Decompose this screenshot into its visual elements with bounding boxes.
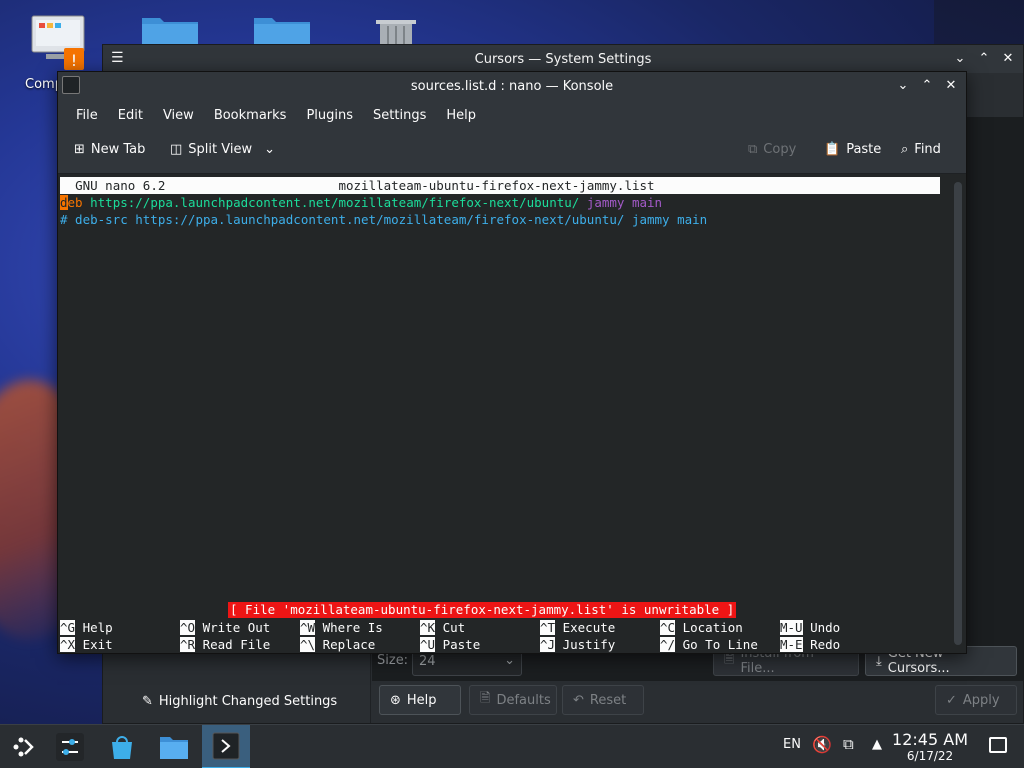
steamdeck-launcher-icon [13,737,34,757]
split-view-icon: ◫ [170,142,183,157]
help-icon: ⊛ [390,692,401,708]
apply-button[interactable]: ✓ Apply [935,685,1017,715]
new-tab-icon: ⊞ [74,142,85,157]
paste-button[interactable]: 📋 Paste [824,142,881,157]
clock[interactable]: 12:45 AM 6/17/22 [892,730,968,764]
minimize-icon[interactable]: ⌄ [951,49,969,67]
paste-icon: 📋 [824,142,841,157]
defaults-icon: 🗎 [480,691,491,706]
settings-app-icon [56,733,84,761]
konsole-window-title: sources.list.d : nano — Konsole [410,78,614,94]
close-icon[interactable]: ✕ [999,49,1017,67]
menu-bookmarks[interactable]: Bookmarks [206,108,295,123]
search-icon: ⌕ [901,142,909,157]
konsole-app-icon[interactable] [62,76,80,94]
shortcut-exit: ^X Exit [60,637,113,652]
app-launcher-button[interactable] [0,725,48,768]
settings-window-title: Cursors — System Settings [474,51,652,67]
close-icon[interactable]: ✕ [942,76,960,94]
download-icon: ⤓ [876,653,882,669]
taskbar-system-settings[interactable] [46,725,94,768]
tray-expand-icon[interactable]: ▲ [872,737,882,752]
shortcut-execute: ^T Execute [540,620,616,635]
clock-time: 12:45 AM [892,730,968,749]
split-view-button[interactable]: ◫ Split View ⌄ [170,142,275,157]
clock-date: 6/17/22 [906,749,954,763]
show-desktop-icon[interactable] [989,737,1007,753]
nano-status-message: [ File 'mozillateam-ubuntu-firefox-next-… [228,602,737,618]
shortcut-cut: ^K Cut [420,620,466,635]
new-tab-button[interactable]: ⊞ New Tab [74,142,145,157]
highlight-icon: ✎ [142,693,153,709]
copy-button[interactable]: ⧉ Copy [748,142,796,157]
terminal-scrollbar[interactable] [954,182,962,645]
find-button[interactable]: ⌕ Find [901,142,941,157]
taskbar-dolphin[interactable] [150,725,198,768]
menu-help[interactable]: Help [438,108,484,123]
shortcut-location: ^C Location [660,620,743,635]
shortcut-read-file: ^R Read File [180,637,271,652]
file-line-1: deb https://ppa.launchpadcontent.net/moz… [60,194,662,211]
shortcut-redo: M-E Redo [780,637,841,652]
repo-suite: jammy main [586,195,663,210]
taskbar-konsole[interactable] [202,725,250,768]
konsole-window: sources.list.d : nano — Konsole ⌄ ⌃ ✕ Fi… [57,71,967,654]
nano-header: GNU nano 6.2 mozillateam-ubuntu-firefox-… [60,177,940,194]
folder-icon [160,737,188,759]
settings-menu-icon[interactable]: ☰ [111,50,124,66]
store-icon [112,736,132,759]
minimize-icon[interactable]: ⌄ [894,76,912,94]
chevron-down-icon: ⌄ [504,653,515,668]
defaults-button[interactable]: 🗎 Defaults [469,685,557,715]
menu-settings[interactable]: Settings [365,108,434,123]
shortcut-where-is: ^W Where Is [300,620,383,635]
display-icon[interactable]: ⧉ [843,735,854,753]
shortcut-replace: ^\ Replace [300,637,376,652]
terminal-area[interactable]: GNU nano 6.2 mozillateam-ubuntu-firefox-… [58,175,954,653]
chevron-down-icon: ⌄ [264,142,276,157]
file-line-2: # deb-src https://ppa.launchpadcontent.n… [60,212,708,227]
help-button[interactable]: ⊛ Help [379,685,461,715]
highlight-changed-settings-button[interactable]: ✎ Highlight Changed Settings [132,686,352,716]
taskbar: EN 🔇 ⧉ ▲ 12:45 AM 6/17/22 [0,724,1024,768]
shortcut-justify: ^J Justify [540,637,616,652]
settings-titlebar: ☰ Cursors — System Settings ⌄ ⌃ ✕ [103,45,1023,73]
size-value: 24 [419,654,436,669]
copy-icon: ⧉ [748,142,758,157]
shortcut-write-out: ^O Write Out [180,620,271,635]
menu-view[interactable]: View [155,108,202,123]
volume-muted-icon[interactable]: 🔇 [812,735,832,754]
keyboard-layout-indicator[interactable]: EN [783,737,801,752]
check-icon: ✓ [946,692,957,708]
nano-filename: mozillateam-ubuntu-firefox-next-jammy.li… [338,178,655,193]
svg-text:!: ! [71,51,77,70]
text-cursor: d [60,195,68,210]
konsole-menubar: File Edit View Bookmarks Plugins Setting… [58,100,966,130]
menu-plugins[interactable]: Plugins [298,108,361,123]
undo-icon: ↶ [573,692,584,708]
size-label: Size: [377,653,409,668]
shortcut-undo: M-U Undo [780,620,841,635]
shortcut-paste: ^U Paste [420,637,481,652]
deb-keyword: eb [67,195,83,210]
repo-url: https://ppa.launchpadcontent.net/mozilla… [90,195,580,210]
nano-version: GNU nano 6.2 [75,178,166,193]
konsole-toolbar: ⊞ New Tab ◫ Split View ⌄ ⧉ Copy 📋 Paste ⌕ Fin… [58,130,966,174]
konsole-titlebar: sources.list.d : nano — Konsole ⌄ ⌃ ✕ [58,72,966,100]
taskbar-discover[interactable] [98,725,146,768]
computer-desktop-icon[interactable]: ! [30,14,90,70]
terminal-icon [212,732,240,760]
maximize-icon[interactable]: ⌃ [975,49,993,67]
shortcut-go-to-line: ^/ Go To Line [660,637,758,652]
menu-edit[interactable]: Edit [110,108,151,123]
reset-button[interactable]: ↶ Reset [562,685,644,715]
maximize-icon[interactable]: ⌃ [918,76,936,94]
shortcut-help: ^G Help [60,620,113,635]
menu-file[interactable]: File [68,108,106,123]
